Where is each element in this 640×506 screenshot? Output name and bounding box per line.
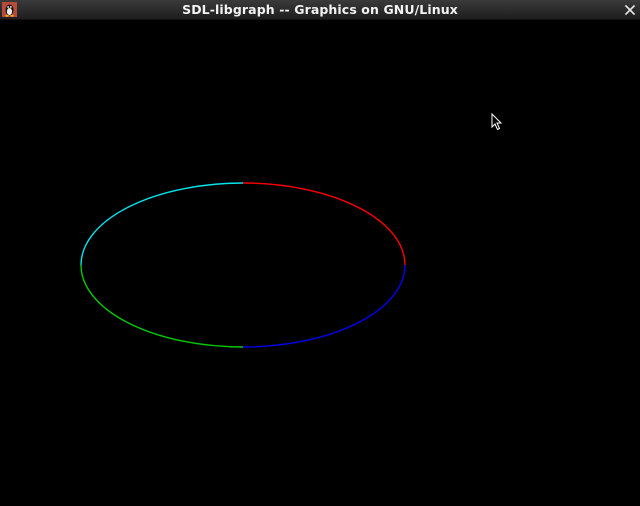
window-title: SDL-libgraph -- Graphics on GNU/Linux — [182, 2, 458, 17]
graphics-canvas — [0, 20, 640, 506]
mouse-pointer-icon — [491, 113, 503, 131]
ellipse-drawing — [80, 182, 406, 348]
ellipse-arc-top-left — [80, 182, 244, 266]
ellipse-arc-bottom-left — [80, 264, 244, 348]
title-bar[interactable]: SDL-libgraph -- Graphics on GNU/Linux — [0, 0, 640, 20]
ellipse-arc-top-right — [242, 182, 406, 266]
sdl-window: SDL-libgraph -- Graphics on GNU/Linux — [0, 0, 640, 506]
close-icon[interactable] — [624, 4, 636, 16]
ellipse-arc-bottom-right — [242, 264, 406, 348]
